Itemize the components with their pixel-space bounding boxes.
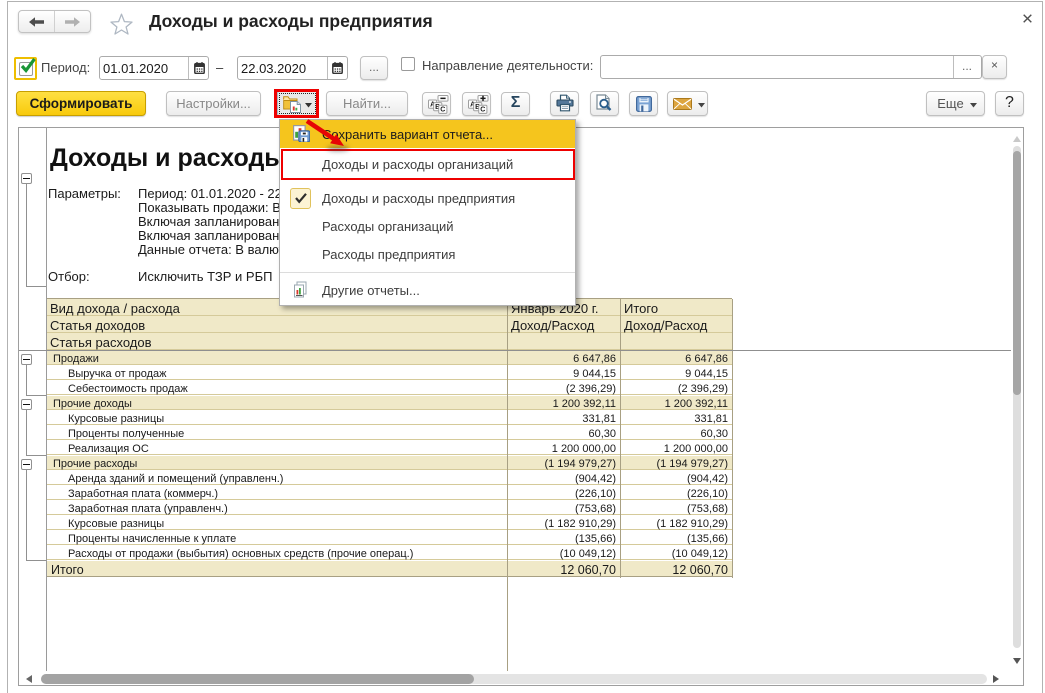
svg-text:C: C [480,107,485,114]
svg-text:C: C [440,107,445,114]
